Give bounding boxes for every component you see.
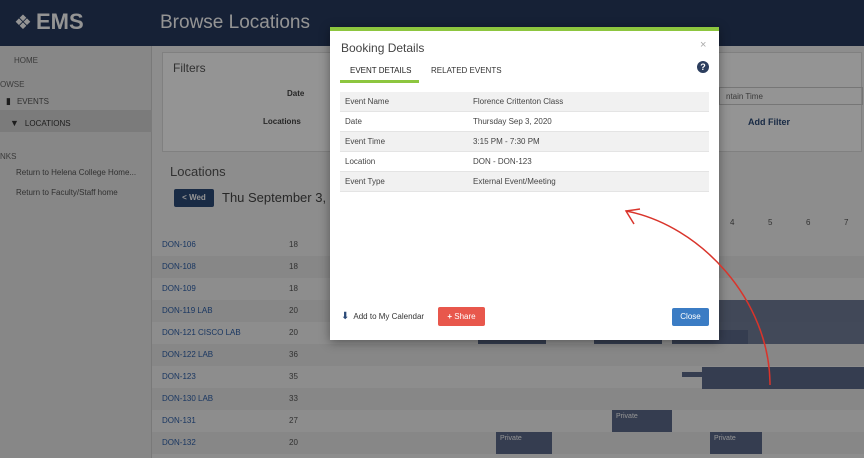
booking-details-modal: Booking Details × EVENT DETAILS RELATED … (330, 27, 719, 340)
active-tab-underline (340, 80, 419, 83)
table-row: Date Thursday Sep 3, 2020 (340, 112, 709, 132)
event-details-table: Event Name Florence Crittenton Class Date… (340, 92, 709, 192)
close-button[interactable]: Close (672, 308, 709, 326)
detail-value: Florence Crittenton Class (473, 97, 564, 106)
detail-key: Event Time (345, 137, 386, 146)
detail-key: Location (345, 157, 376, 166)
table-row: Location DON - DON-123 (340, 152, 709, 172)
close-icon[interactable]: × (700, 39, 706, 51)
tab-event-details[interactable]: EVENT DETAILS (350, 66, 412, 75)
detail-key: Event Type (345, 177, 385, 186)
table-row: Event Time 3:15 PM - 7:30 PM (340, 132, 709, 152)
detail-value: External Event/Meeting (473, 177, 556, 186)
add-to-calendar-link[interactable]: ⬇ Add to My Calendar (341, 311, 424, 322)
table-row: Event Type External Event/Meeting (340, 172, 709, 192)
detail-value: Thursday Sep 3, 2020 (473, 117, 552, 126)
download-icon: ⬇ (341, 311, 350, 322)
detail-key: Date (345, 117, 362, 126)
modal-title: Booking Details (341, 41, 425, 55)
detail-value: 3:15 PM - 7:30 PM (473, 137, 540, 146)
detail-key: Event Name (345, 97, 390, 106)
share-button[interactable]: + Share (438, 307, 485, 326)
tab-related-events[interactable]: RELATED EVENTS (431, 66, 502, 75)
add-to-calendar-label: Add to My Calendar (353, 312, 425, 321)
help-icon[interactable]: ? (697, 61, 709, 73)
plus-icon: + (447, 312, 453, 321)
share-label: Share (454, 312, 476, 321)
table-row: Event Name Florence Crittenton Class (340, 92, 709, 112)
detail-value: DON - DON-123 (473, 157, 532, 166)
